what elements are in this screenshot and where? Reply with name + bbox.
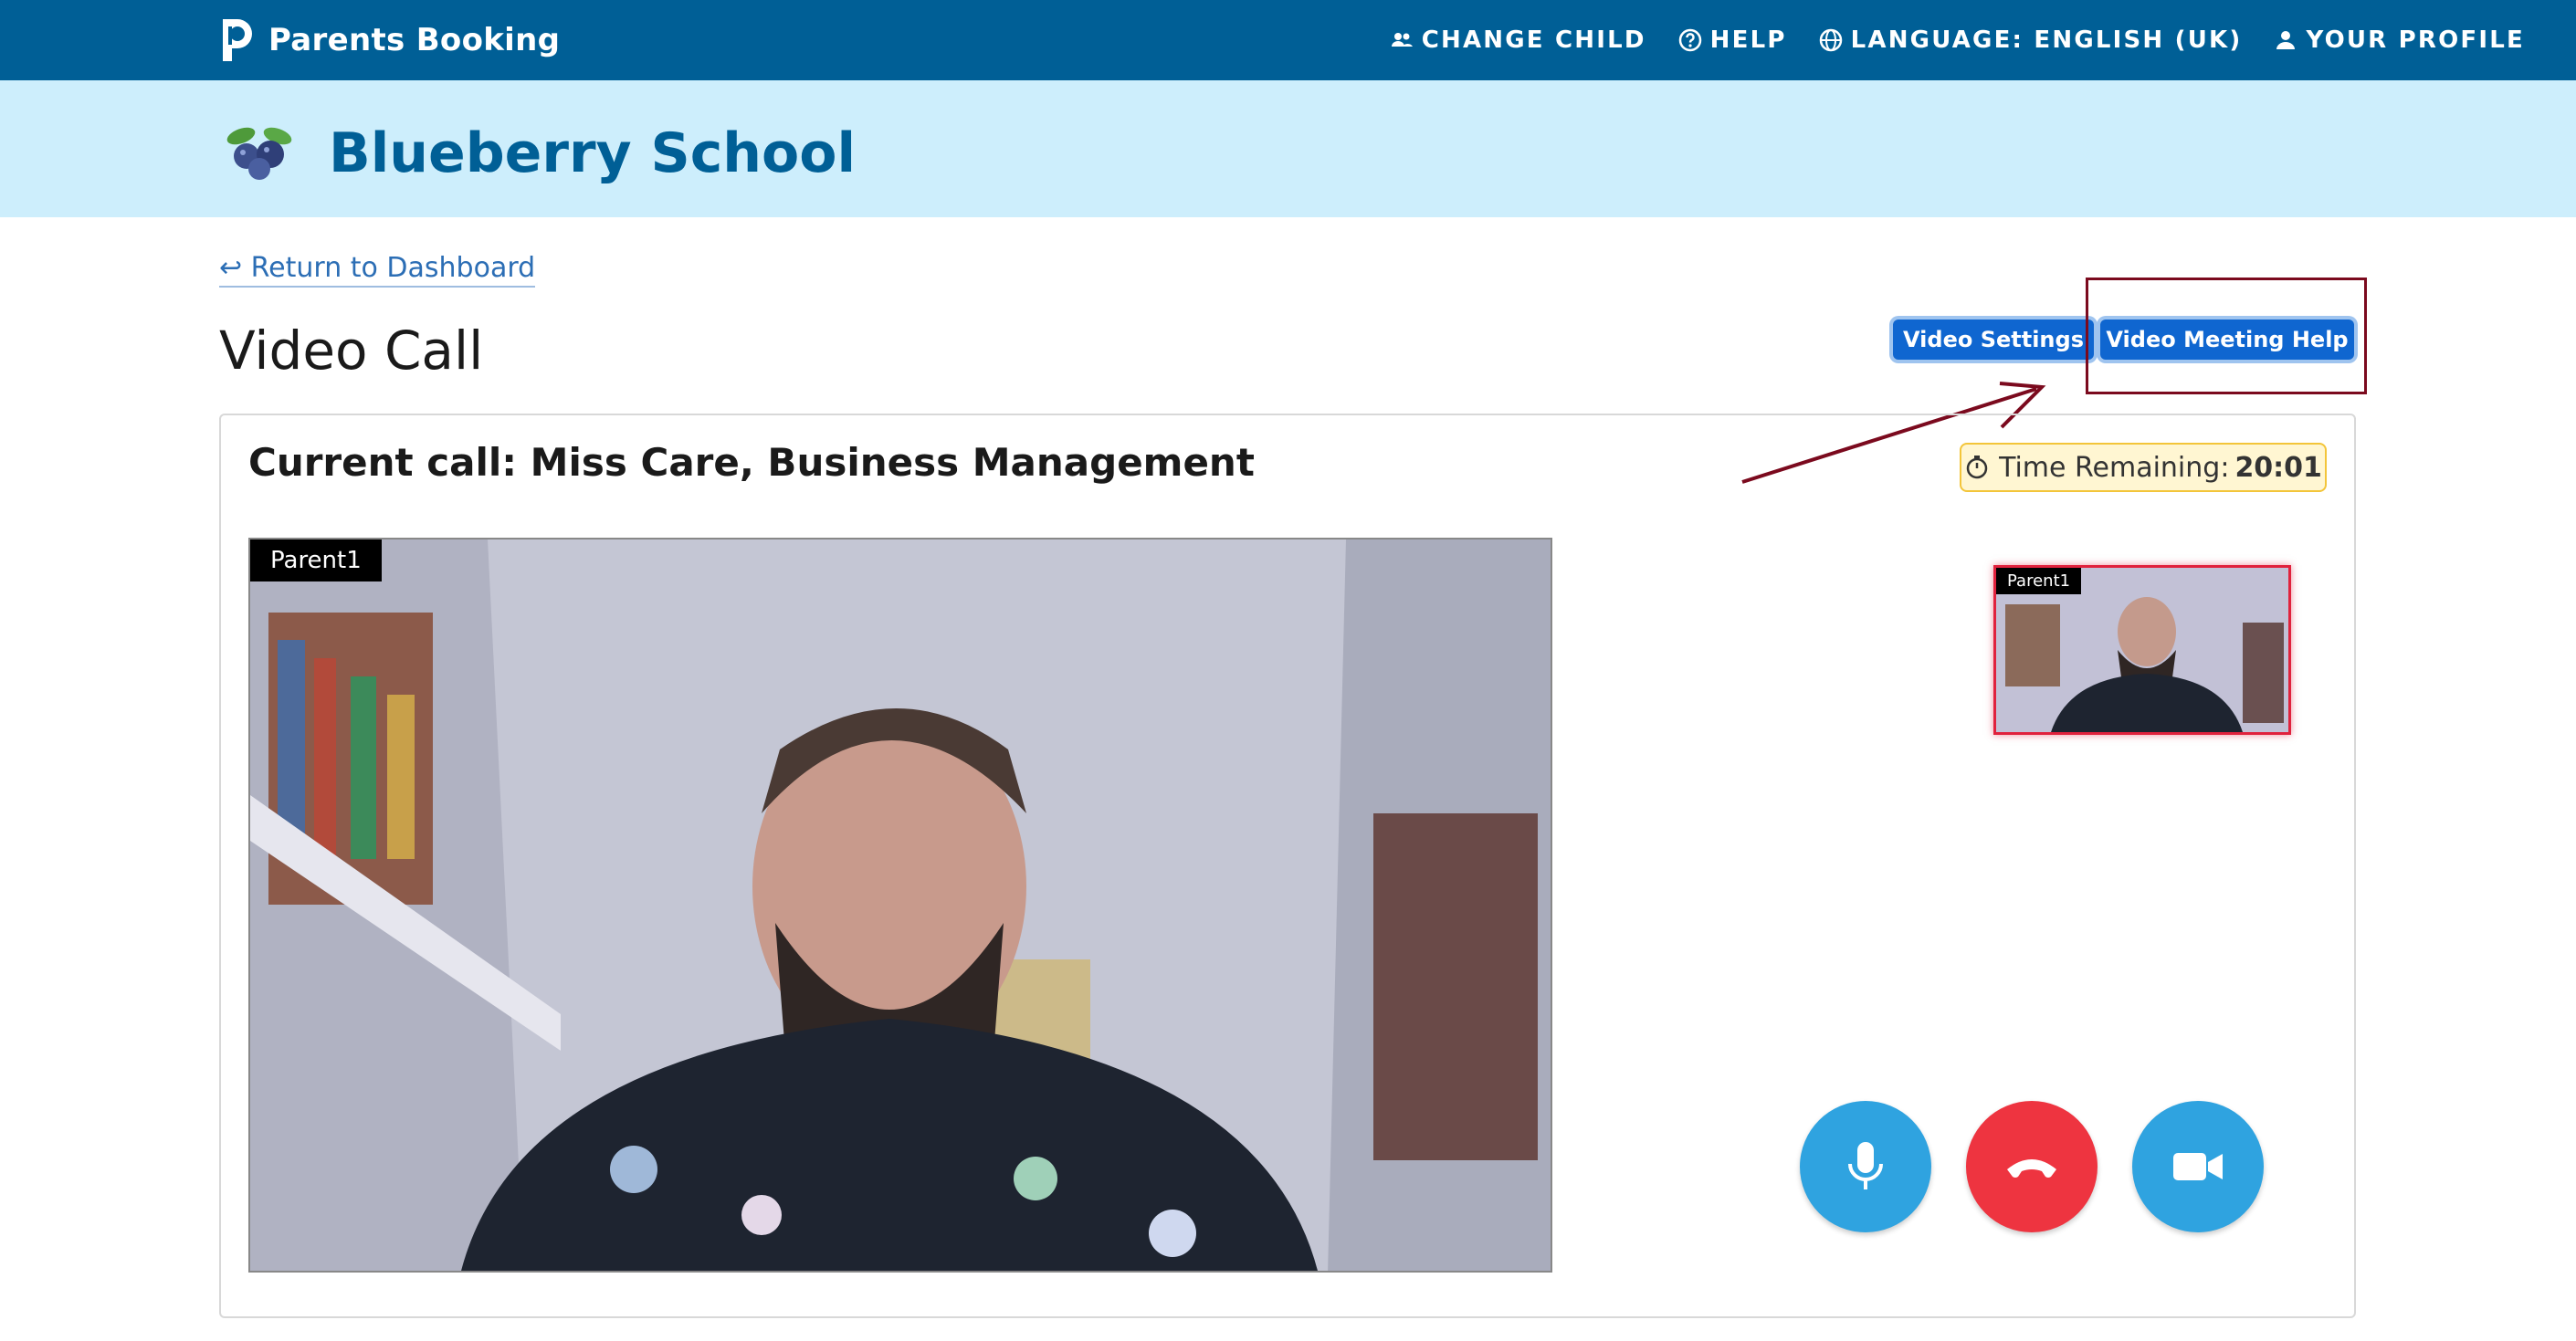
time-remaining-badge: Time Remaining: 20:01 xyxy=(1960,443,2327,492)
help-label: HELP xyxy=(1709,26,1787,54)
remote-video: Parent1 xyxy=(248,538,1552,1273)
video-camera-icon xyxy=(2173,1153,2223,1180)
question-icon xyxy=(1678,28,1701,52)
time-remaining-value: 20:01 xyxy=(2234,451,2322,484)
hang-up-button[interactable] xyxy=(1966,1101,2098,1232)
time-remaining-label: Time Remaining: xyxy=(1999,451,2230,484)
page-title: Video Call xyxy=(219,320,484,382)
school-banner: Blueberry School xyxy=(0,80,2576,217)
language-selector[interactable]: LANGUAGE: ENGLISH (UK) xyxy=(1818,26,2243,54)
self-video-label: Parent1 xyxy=(1996,568,2082,594)
blueberry-icon xyxy=(226,127,292,180)
language-label: LANGUAGE: ENGLISH (UK) xyxy=(1850,26,2243,54)
microphone-toggle-button[interactable] xyxy=(1800,1101,1931,1232)
phone-hangup-icon xyxy=(2007,1159,2056,1178)
your-profile-label: YOUR PROFILE xyxy=(2306,26,2525,54)
change-child-link[interactable]: CHANGE CHILD xyxy=(1389,26,1646,54)
return-to-dashboard-link[interactable]: ↩ Return to Dashboard xyxy=(219,252,536,288)
people-icon xyxy=(1391,33,1413,47)
top-navigation-bar: Parents Booking CHANGE CHILD HELP LANGUA… xyxy=(0,0,2576,80)
brand-name: Parents Booking xyxy=(268,22,561,58)
your-profile-link[interactable]: YOUR PROFILE xyxy=(2273,26,2525,54)
video-feed-image xyxy=(250,540,1551,1271)
video-settings-button[interactable]: Video Settings xyxy=(1893,320,2094,360)
globe-icon xyxy=(1819,28,1842,52)
remote-video-label: Parent1 xyxy=(250,540,382,581)
self-view-video: Parent1 xyxy=(1993,565,2291,735)
current-call-title: Current call: Miss Care, Business Manage… xyxy=(248,440,1255,485)
school-name: Blueberry School xyxy=(329,121,857,185)
camera-toggle-button[interactable] xyxy=(2132,1101,2264,1232)
top-nav: CHANGE CHILD HELP LANGUAGE: ENGLISH (UK)… xyxy=(1358,0,2525,80)
parents-booking-logo-icon xyxy=(223,19,252,61)
microphone-icon xyxy=(1848,1142,1883,1189)
change-child-label: CHANGE CHILD xyxy=(1421,26,1646,54)
help-link[interactable]: HELP xyxy=(1677,26,1787,54)
stopwatch-icon xyxy=(1966,456,1988,479)
annotation-highlight-box xyxy=(2086,278,2367,394)
brand[interactable]: Parents Booking xyxy=(217,13,560,68)
person-icon xyxy=(2276,31,2296,49)
